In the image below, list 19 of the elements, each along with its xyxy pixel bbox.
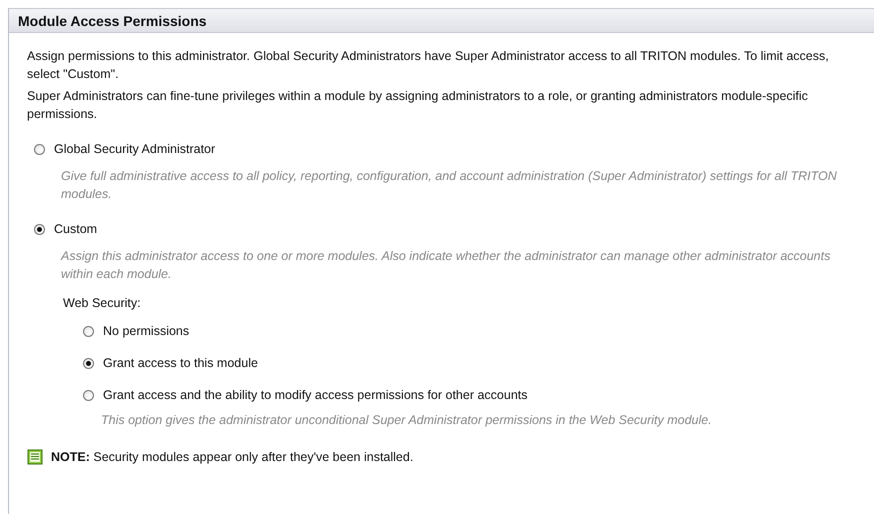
radio-button[interactable] bbox=[34, 224, 45, 234]
radio-label[interactable]: Grant access and the ability to modify access permissions for other accounts bbox=[103, 388, 528, 402]
note-text: NOTE: Security modules appear only after they've been installed. bbox=[51, 450, 414, 464]
option-description: Give full administrative access to all policy, reporting, configuration, and account administration (Super Administrator) settings for all TRITON modules. bbox=[61, 168, 838, 203]
intro-text: Assign permissions to this administrator. Global Security Administrators have Super Administrator access to all TRITON modules. To limit access, select "Custom". bbox=[27, 48, 830, 83]
option-description: Assign this administrator access to one or more modules. Also indicate whether the administrator can manage other administrator accounts within each module. bbox=[61, 248, 832, 283]
option-description: This option gives the administrator unconditional Super Administrator permissions in the Web Security module. bbox=[101, 412, 713, 429]
radio-label[interactable]: Custom bbox=[54, 222, 98, 236]
radio-button[interactable] bbox=[83, 390, 94, 400]
radio-label[interactable]: Global Security Administrator bbox=[54, 142, 216, 156]
module-label: Web Security: bbox=[63, 295, 142, 312]
note-icon bbox=[27, 449, 43, 465]
radio-button[interactable] bbox=[83, 326, 94, 336]
panel-title: Module Access Permissions bbox=[18, 12, 207, 28]
radio-button[interactable] bbox=[34, 144, 45, 154]
radio-label[interactable]: No permissions bbox=[103, 324, 190, 338]
radio-label[interactable]: Grant access to this module bbox=[103, 356, 258, 370]
intro-text: Super Administrators can fine-tune privileges within a module by assigning administrators to a role, or granting administrators module-specific permissions. bbox=[27, 88, 809, 123]
radio-button[interactable] bbox=[83, 358, 94, 368]
